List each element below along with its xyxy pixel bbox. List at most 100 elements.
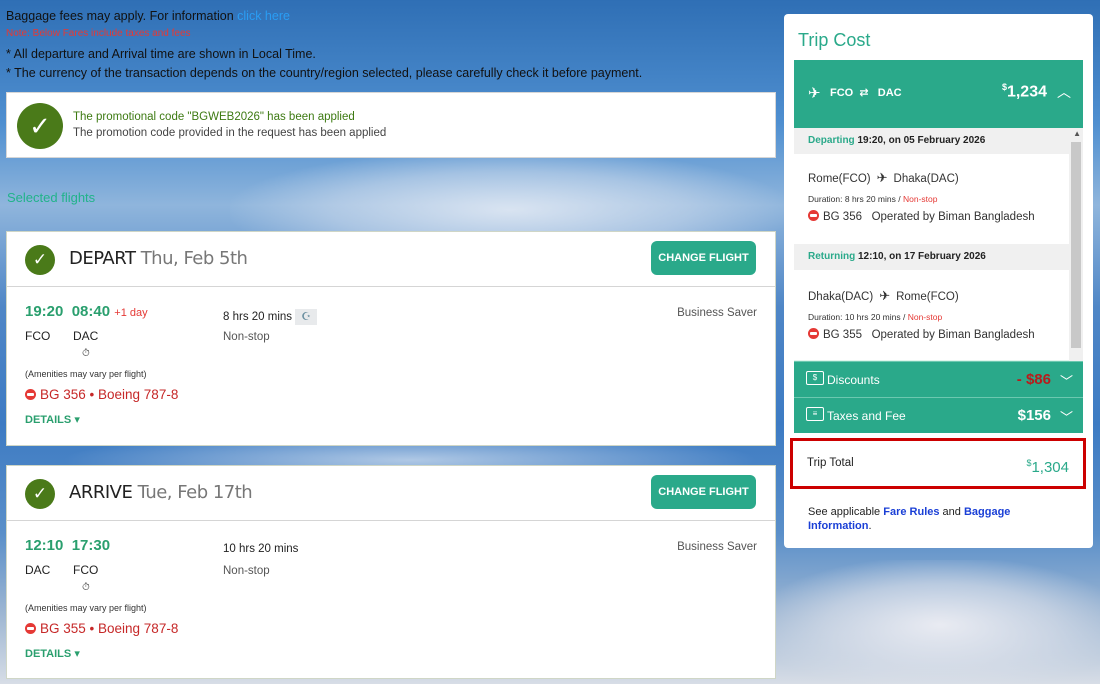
trip-cost-title: Trip Cost [798, 30, 871, 50]
taxes-value: $156 [1017, 407, 1051, 424]
details-toggle[interactable]: DETAILS ▾ [25, 413, 80, 426]
caret-down-icon: ▾ [74, 648, 80, 660]
returning-operator: BG 355 Operated by Biman Bangladesh [808, 328, 1035, 341]
arrival-time: 08:40 [71, 303, 111, 320]
duration-text: Duration: 10 hrs 20 mins / [808, 312, 906, 322]
flight-date: Tue, Feb 17th [137, 482, 253, 503]
direction-label: ARRIVE [69, 482, 133, 503]
itinerary-scroll-area[interactable]: Departing 19:20, on 05 February 2026 Rom… [794, 128, 1083, 374]
destination-code: DAC [73, 329, 99, 343]
scrollbar[interactable]: ▲ ▼ [1069, 128, 1083, 374]
stops-text: Non-stop [902, 194, 938, 204]
discounts-label: Discounts [827, 373, 880, 387]
discounts-row[interactable]: $ Discounts - $86 ﹀ [794, 361, 1083, 397]
wifi-icon[interactable]: ☪ [295, 309, 318, 325]
flight-number-text: BG 355 [823, 329, 862, 341]
duration-text: Duration: 8 hrs 20 mins / [808, 194, 901, 204]
returning-duration: Duration: 10 hrs 20 mins / Non-stop [808, 312, 942, 322]
duration-text: 10 hrs 20 mins [223, 543, 299, 555]
scroll-up-icon[interactable]: ▲ [1073, 129, 1081, 138]
caret-down-icon: ▾ [74, 414, 80, 426]
local-time-notice: * All departure and Arrival time are sho… [6, 47, 316, 61]
fare-rules-link[interactable]: Fare Rules [883, 506, 939, 518]
airport-codes: DAC FCO [25, 563, 121, 577]
flight-card-depart: ✓ DEPART Thu, Feb 5th CHANGE FLIGHT 19:2… [6, 231, 776, 446]
arrival-time: 17:30 [71, 537, 111, 554]
route-price-value: 1,234 [1006, 83, 1047, 101]
details-toggle[interactable]: DETAILS ▾ [25, 647, 80, 660]
duration-text: 8 hrs 20 mins [223, 311, 293, 324]
flight-card-header: ✓ DEPART Thu, Feb 5th CHANGE FLIGHT [7, 232, 775, 287]
baggage-text: Baggage fees may apply. For information [6, 9, 234, 23]
returning-route: Dhaka(DAC) ✈ Rome(FCO) [808, 288, 959, 304]
baggage-link[interactable]: click here [237, 9, 290, 23]
chevron-down-icon[interactable]: ﹀ [1060, 371, 1073, 390]
trip-total-value: $1,304 [1026, 458, 1069, 476]
trip-total-box: Trip Total $1,304 [790, 438, 1086, 489]
direction-label: DEPART [69, 248, 136, 269]
operator-text: Operated by Biman Bangladesh [871, 329, 1035, 341]
departing-duration: Duration: 8 hrs 20 mins / Non-stop [808, 194, 937, 204]
airline-logo-icon [25, 389, 36, 400]
route-summary-toggle[interactable]: ✈ FCO ⇄ DAC $1,234 ︿ [794, 60, 1083, 128]
route-destination: Dhaka(DAC) [893, 173, 959, 185]
details-label: DETAILS [25, 648, 72, 660]
cabin-class: Business Saver [677, 307, 757, 319]
stops-info: Non-stop [223, 331, 270, 343]
departing-header: Departing 19:20, on 05 February 2026 [794, 128, 1069, 154]
airport-codes: FCO DAC [25, 329, 121, 343]
trip-total-amount: 1,304 [1031, 459, 1069, 476]
scrollbar-thumb[interactable] [1071, 142, 1081, 348]
operator-text: Operated by Biman Bangladesh [871, 211, 1035, 223]
flight-times: 19:20 08:40 +1 day [25, 303, 148, 320]
departing-when: 19:20, on 05 February 2026 [857, 135, 986, 146]
check-icon: ✓ [25, 245, 55, 275]
fare-note: Note: Below Fares include taxes and fees [6, 28, 191, 39]
flight-number-text: BG 356 [823, 211, 862, 223]
flight-card-body: 12:10 17:30 DAC FCO ⏱ (Amenities may vary… [7, 521, 775, 679]
taxes-row[interactable]: ≡ Taxes and Fee $156 ﹀ [794, 397, 1083, 433]
aircraft-type: Boeing 787-8 [98, 621, 179, 636]
flight-duration: 10 hrs 20 mins [223, 543, 298, 555]
origin-code: FCO [25, 329, 51, 343]
airline-logo-icon [25, 623, 36, 634]
route-from: FCO [830, 87, 854, 99]
promo-subtitle: The promotion code provided in the reque… [73, 127, 387, 139]
details-label: DETAILS [25, 414, 72, 426]
currency-notice: * The currency of the transaction depend… [6, 66, 643, 80]
route-price: $1,234 [1002, 82, 1047, 101]
route-origin: Rome(FCO) [808, 173, 871, 185]
airplane-icon: ✈ [876, 170, 888, 185]
stops-text: Non-stop [907, 312, 943, 322]
flight-direction: ARRIVE Tue, Feb 17th [69, 482, 253, 503]
aircraft-type: Boeing 787-8 [98, 387, 179, 402]
route-origin: Dhaka(DAC) [808, 291, 874, 303]
route-codes: FCO ⇄ DAC [830, 86, 902, 99]
clock-icon: ⏱ [82, 348, 90, 359]
returning-details: Dhaka(DAC) ✈ Rome(FCO) Duration: 10 hrs 20… [794, 270, 1069, 360]
amenities-note: (Amenities may vary per flight) [25, 369, 147, 379]
destination-code: FCO [73, 563, 99, 577]
flight-card-header: ✓ ARRIVE Tue, Feb 17th CHANGE FLIGHT [7, 466, 775, 521]
chevron-up-icon[interactable]: ︿ [1057, 82, 1071, 102]
flight-number-text: BG 356 [40, 387, 86, 402]
origin-code: DAC [25, 563, 51, 577]
chevron-down-icon[interactable]: ﹀ [1060, 407, 1073, 426]
discounts-value: - $86 [1016, 371, 1051, 388]
promo-banner: ✓ The promotional code "BGWEB2026" has b… [6, 92, 776, 158]
check-icon: ✓ [17, 103, 63, 149]
flight-card-body: 19:20 08:40 +1 day FCO DAC ⏱ (Amenities m… [7, 287, 775, 445]
rules-prefix: See applicable [808, 506, 881, 518]
plus-day-badge: +1 day [114, 307, 148, 319]
taxes-label: Taxes and Fee [827, 409, 906, 423]
selected-flights-label: Selected flights [7, 190, 96, 205]
promo-title: The promotional code "BGWEB2026" has bee… [73, 111, 355, 123]
departure-time: 12:10 [25, 537, 64, 554]
returning-header: Returning 12:10, on 17 February 2026 [794, 244, 1069, 270]
banknote-icon: $ [806, 371, 824, 385]
change-flight-button[interactable]: CHANGE FLIGHT [651, 241, 756, 275]
receipt-icon: ≡ [806, 407, 824, 421]
trip-cost-panel: Trip Cost ✈ FCO ⇄ DAC $1,234 ︿ Departing… [784, 14, 1093, 548]
airline-logo-icon [808, 328, 819, 339]
change-flight-button[interactable]: CHANGE FLIGHT [651, 475, 756, 509]
